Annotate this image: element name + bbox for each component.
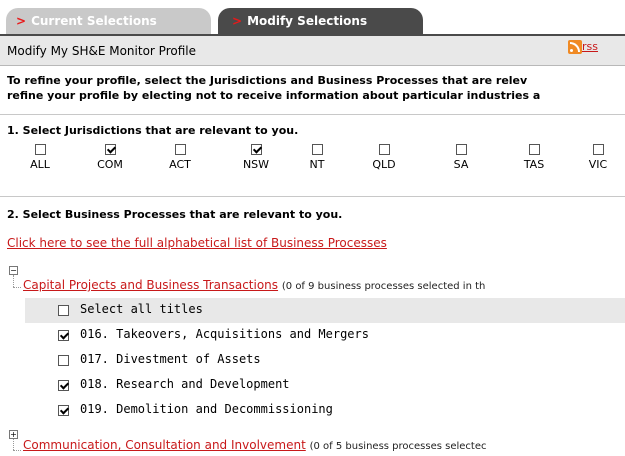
select-all-row[interactable]: Select all titles (25, 298, 625, 323)
jurisdiction-all[interactable]: ALL (15, 144, 65, 171)
section-1-title: 1. Select Jurisdictions that are relevan… (7, 124, 299, 137)
process-label: 016. Takeovers, Acquisitions and Mergers (80, 327, 369, 341)
process-checkbox[interactable] (58, 380, 69, 391)
process-label: 018. Research and Development (80, 377, 290, 391)
process-checkbox[interactable] (58, 330, 69, 341)
select-all-checkbox[interactable] (58, 305, 69, 316)
jurisdiction-nsw[interactable]: NSW (231, 144, 281, 171)
tab-current-label: Current Selections (31, 14, 157, 28)
jurisdiction-vic[interactable]: VIC (573, 144, 623, 171)
jurisdiction-tas[interactable]: TAS (509, 144, 559, 171)
divider (0, 114, 625, 115)
intro-line-1: To refine your profile, select the Juris… (7, 74, 528, 87)
jurisdiction-checkbox[interactable] (104, 144, 116, 155)
group-count: (0 of 5 business processes selectec (309, 441, 487, 452)
intro-text: To refine your profile, select the Juris… (7, 73, 625, 103)
jurisdiction-label: NT (309, 158, 325, 171)
jurisdiction-act[interactable]: ACT (155, 144, 205, 171)
jurisdiction-label: NSW (242, 158, 270, 171)
tree-connector (13, 275, 14, 287)
jurisdiction-label: SA (453, 158, 469, 171)
tree-connector (13, 450, 21, 451)
rss-icon[interactable] (568, 40, 582, 54)
rss-link[interactable]: rss (568, 40, 598, 54)
tree-connector (13, 439, 14, 450)
jurisdiction-sa[interactable]: SA (436, 144, 486, 171)
profile-header: Modify My SH&E Monitor Profile rss (0, 36, 625, 66)
divider (0, 196, 625, 197)
group-communication: Communication, Consultation and Involvem… (23, 438, 487, 452)
process-label: 019. Demolition and Decommissioning (80, 402, 333, 416)
tab-modify-selections[interactable]: > Modify Selections (218, 8, 423, 35)
list-item[interactable]: 016. Takeovers, Acquisitions and Mergers (47, 323, 625, 348)
jurisdiction-label: QLD (372, 158, 396, 171)
list-item[interactable]: 018. Research and Development (47, 373, 625, 398)
alphabetical-list-link[interactable]: Click here to see the full alphabetical … (7, 236, 387, 250)
jurisdiction-checkbox[interactable] (34, 144, 46, 155)
jurisdiction-checkbox[interactable] (378, 144, 390, 155)
collapse-icon[interactable]: − (9, 266, 18, 275)
tab-current-selections[interactable]: > Current Selections (6, 8, 211, 35)
jurisdiction-label: ALL (30, 158, 50, 171)
process-checkbox[interactable] (58, 355, 69, 366)
group-title-link[interactable]: Capital Projects and Business Transactio… (23, 278, 278, 292)
jurisdiction-label: ACT (169, 158, 191, 171)
process-label: 017. Divestment of Assets (80, 352, 261, 366)
tree-connector (13, 287, 21, 288)
tab-bar: > Current Selections > Modify Selections (0, 0, 625, 40)
list-item[interactable]: 019. Demolition and Decommissioning (47, 398, 625, 423)
jurisdiction-label: COM (97, 158, 123, 171)
jurisdiction-checkbox[interactable] (528, 144, 540, 155)
jurisdiction-checkbox[interactable] (592, 144, 604, 155)
tab-modify-label: Modify Selections (247, 14, 368, 28)
jurisdiction-label: VIC (588, 158, 608, 171)
jurisdiction-checkbox[interactable] (174, 144, 186, 155)
list-item[interactable]: 017. Divestment of Assets (47, 348, 625, 373)
group-count: (0 of 9 business processes selected in t… (281, 281, 486, 292)
tab-arrow-icon: > (232, 14, 243, 28)
jurisdiction-nt[interactable]: NT (292, 144, 342, 171)
jurisdiction-label: TAS (523, 158, 545, 171)
jurisdiction-checkbox[interactable] (250, 144, 262, 155)
intro-line-2: refine your profile by electing not to r… (7, 89, 541, 102)
page-title: Modify My SH&E Monitor Profile (7, 44, 196, 58)
jurisdiction-checkbox[interactable] (311, 144, 323, 155)
jurisdiction-com[interactable]: COM (85, 144, 135, 171)
expand-icon[interactable]: + (9, 430, 18, 439)
group-title-link[interactable]: Communication, Consultation and Involvem… (23, 438, 306, 452)
section-2-title: 2. Select Business Processes that are re… (7, 208, 343, 221)
group-capital-projects: Capital Projects and Business Transactio… (23, 278, 485, 292)
rss-label[interactable]: rss (582, 40, 598, 53)
jurisdiction-checkbox[interactable] (455, 144, 467, 155)
process-checkbox[interactable] (58, 405, 69, 416)
jurisdiction-qld[interactable]: QLD (359, 144, 409, 171)
tab-arrow-icon: > (16, 14, 27, 28)
select-all-label: Select all titles (80, 302, 203, 316)
